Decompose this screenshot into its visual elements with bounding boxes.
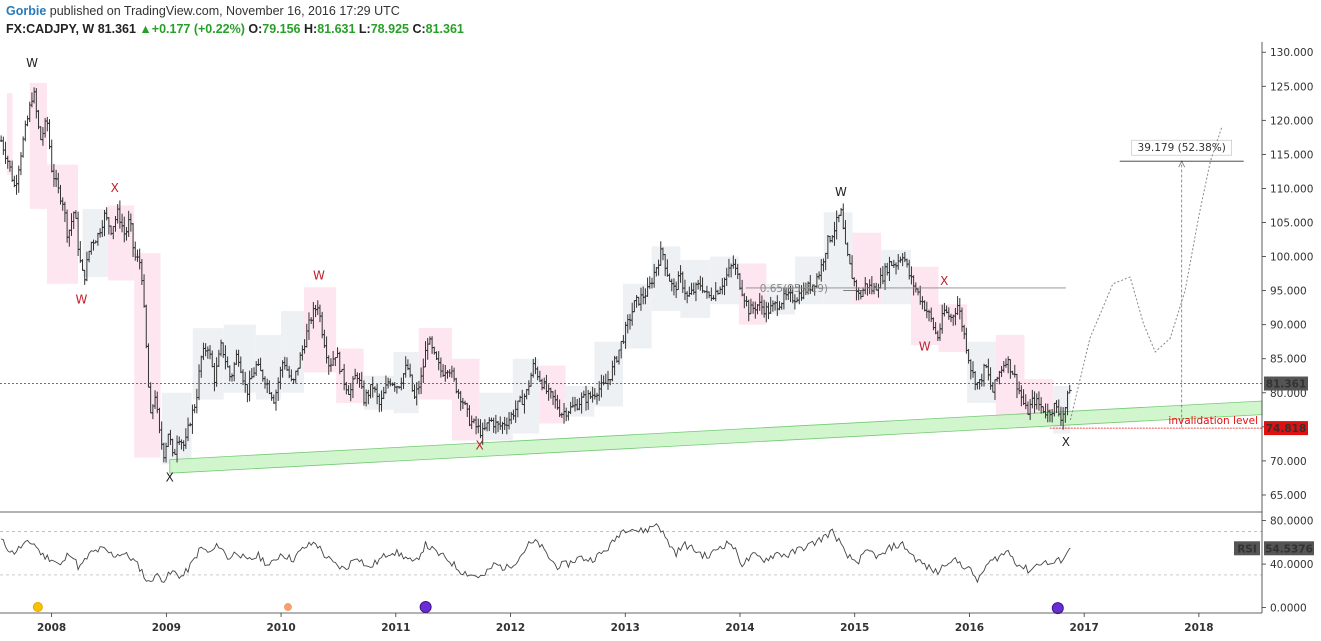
invalidation-text: invalidation level	[1168, 415, 1258, 427]
price-tick-label: 120.000	[1270, 115, 1313, 127]
time-tick-label: 2009	[152, 622, 181, 634]
price-tick-label: 100.000	[1270, 252, 1313, 264]
price-chart[interactable]: 0.65(95.819) 39.179 (52.38%) invalidation …	[0, 0, 1321, 641]
wave-zone	[938, 304, 968, 352]
wave-label: X	[940, 274, 948, 288]
wave-zone	[881, 249, 911, 305]
price-tick-label: 90.000	[1270, 320, 1307, 332]
price-tick-label: 95.000	[1270, 286, 1307, 298]
rsi-line	[0, 523, 1071, 584]
event-marker-icon	[1051, 602, 1064, 615]
price-tick-label: 65.000	[1270, 490, 1307, 502]
price-tick-label: 85.000	[1270, 354, 1307, 366]
ohlc-bar	[23, 120, 28, 142]
wave-zone	[281, 311, 305, 393]
zones-layer	[6, 82, 1071, 465]
rsi-pane	[0, 523, 1262, 615]
price-tick-label: 105.000	[1270, 218, 1313, 230]
wave-zone	[134, 253, 161, 458]
rsi-name: RSI	[1237, 543, 1257, 555]
ohlc-bar	[21, 136, 26, 158]
time-tick-label: 2011	[381, 622, 410, 634]
event-marker-icon	[283, 603, 292, 612]
fib-label: 0.65(95.819)	[760, 283, 828, 295]
price-tick-label: 115.000	[1270, 149, 1313, 161]
rsi-value: 54.5376	[1265, 543, 1313, 555]
time-tick-label: 2018	[1184, 622, 1213, 634]
wave-zone	[223, 324, 256, 393]
wave-zone	[255, 334, 282, 400]
ohlc-bar	[25, 115, 30, 127]
price-tick-label: 125.000	[1270, 81, 1313, 93]
support-channel	[169, 400, 1263, 474]
wave-zone	[107, 205, 135, 281]
ohlc-bar	[47, 119, 52, 150]
time-tick-label: 2013	[611, 622, 640, 634]
wave-label: W	[76, 293, 88, 307]
time-tick-label: 2012	[496, 622, 525, 634]
wave-label: X	[111, 181, 119, 195]
ohlc-bar	[18, 152, 23, 176]
price-tick-label: 70.000	[1270, 456, 1307, 468]
ohlc-bar	[78, 241, 83, 263]
time-tick-label: 2015	[840, 622, 869, 634]
rsi-tick-label: 0.0000	[1270, 603, 1307, 615]
measure-label: 39.179 (52.38%)	[1138, 142, 1226, 154]
invalidation-badge: 74.818	[1266, 423, 1307, 435]
ohlc-bar	[192, 404, 197, 414]
time-tick-label: 2008	[37, 622, 66, 634]
price-tick-label: 130.000	[1270, 47, 1313, 59]
time-tick-label: 2016	[955, 622, 984, 634]
time-tick-label: 2010	[266, 622, 295, 634]
projection-path	[1069, 126, 1223, 421]
event-marker-icon	[419, 601, 432, 614]
wave-label: W	[313, 269, 325, 283]
wave-label: W	[919, 340, 931, 354]
event-marker-icon	[32, 602, 43, 613]
rsi-tick-label: 80.0000	[1270, 516, 1313, 528]
wave-label: X	[166, 470, 174, 484]
wave-label: X	[475, 438, 483, 452]
current-price-badge: 81.361	[1266, 379, 1307, 391]
ohlc-bar	[1, 136, 6, 155]
wave-zone	[967, 341, 996, 404]
ohlc-bar	[14, 174, 19, 195]
price-tick-label: 110.000	[1270, 183, 1313, 195]
wave-label: X	[1062, 435, 1070, 449]
time-tick-label: 2017	[1070, 622, 1099, 634]
time-tick-label: 2014	[725, 622, 754, 634]
wave-zone	[651, 246, 681, 312]
rsi-tick-label: 40.0000	[1270, 559, 1313, 571]
wave-label: W	[835, 185, 847, 199]
wave-label: W	[26, 56, 38, 70]
wave-zone	[452, 358, 480, 441]
support-channel-layer	[169, 400, 1263, 474]
